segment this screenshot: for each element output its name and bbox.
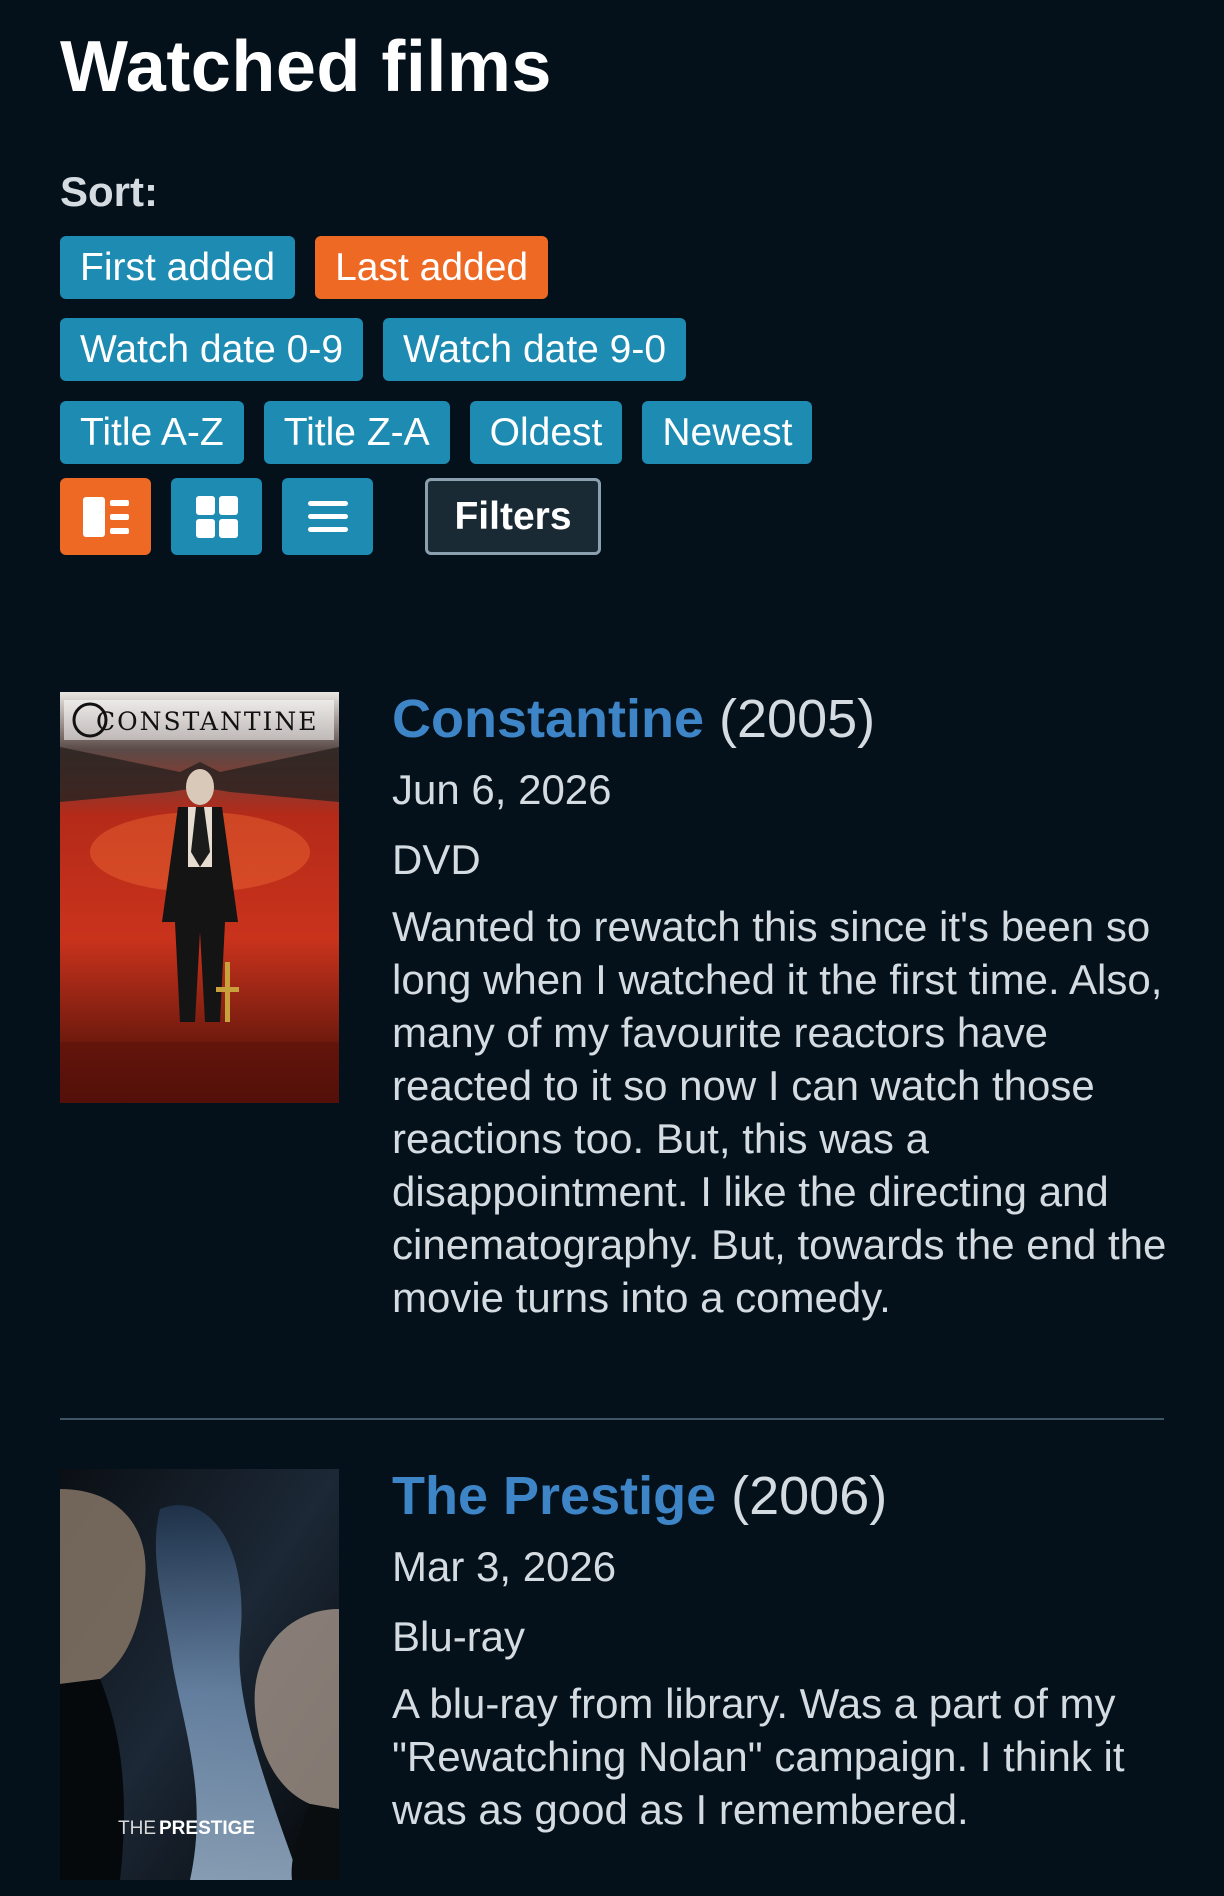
sort-first-added-button[interactable]: First added	[60, 236, 296, 299]
sort-title-za-button[interactable]: Title Z-A	[263, 401, 450, 464]
film-heading: Constantine (2005)	[392, 692, 1192, 746]
watch-medium: Blu-ray	[392, 1613, 526, 1660]
sort-oldest-button[interactable]: Oldest	[469, 401, 623, 464]
film-poster[interactable]: THE PRESTIGE	[60, 1469, 339, 1880]
poster-title-text: CONSTANTINE	[96, 707, 319, 736]
detail-view-button[interactable]	[60, 478, 151, 555]
sort-row-3: Title A-Z Title Z-A Oldest Newest	[60, 401, 813, 464]
entry-divider	[60, 1418, 1164, 1420]
sort-newest-button[interactable]: Newest	[642, 401, 813, 464]
film-title-link[interactable]: The Prestige	[392, 1466, 716, 1526]
list-view-button[interactable]	[282, 478, 373, 555]
film-year: (2006)	[731, 1466, 888, 1526]
sort-row-1: First added Last added	[60, 236, 549, 299]
filters-button[interactable]: Filters	[425, 478, 601, 555]
watch-date: Jun 6, 2026	[392, 766, 612, 813]
film-info: The Prestige (2006) Mar 3, 2026 Blu-ray …	[392, 1469, 1192, 1836]
film-poster[interactable]: CONSTANTINE	[60, 692, 339, 1103]
poster-title-text-b: PRESTIGE	[159, 1818, 255, 1839]
grid-view-button[interactable]	[171, 478, 262, 555]
grid-view-icon	[195, 495, 238, 538]
prestige-poster-image: THE PRESTIGE	[60, 1469, 339, 1880]
film-review: Wanted to rewatch this since it's been s…	[392, 903, 1167, 1321]
film-heading: The Prestige (2006)	[392, 1469, 1192, 1523]
sort-title-az-button[interactable]: Title A-Z	[60, 401, 244, 464]
sort-label: Sort:	[60, 168, 158, 215]
page: Watched films Sort: First added Last add…	[0, 0, 1224, 1896]
sort-watch-date-desc-button[interactable]: Watch date 9-0	[383, 318, 687, 381]
list-view-icon	[307, 500, 348, 532]
watch-medium: DVD	[392, 836, 481, 883]
view-controls: Filters	[60, 478, 601, 555]
constantine-poster-image: CONSTANTINE	[60, 692, 339, 1103]
film-review: A blu-ray from library. Was a part of my…	[392, 1680, 1125, 1833]
film-title-link[interactable]: Constantine	[392, 689, 704, 749]
sort-watch-date-asc-button[interactable]: Watch date 0-9	[60, 318, 364, 381]
sort-row-2: Watch date 0-9 Watch date 9-0	[60, 318, 687, 381]
sort-last-added-button[interactable]: Last added	[315, 236, 549, 299]
poster-title-text-a: THE	[118, 1818, 156, 1839]
page-title: Watched films	[60, 27, 552, 107]
film-year: (2005)	[719, 689, 876, 749]
film-info: Constantine (2005) Jun 6, 2026 DVD Wante…	[392, 692, 1192, 1324]
watch-date: Mar 3, 2026	[392, 1543, 617, 1590]
detail-view-icon	[82, 496, 129, 537]
